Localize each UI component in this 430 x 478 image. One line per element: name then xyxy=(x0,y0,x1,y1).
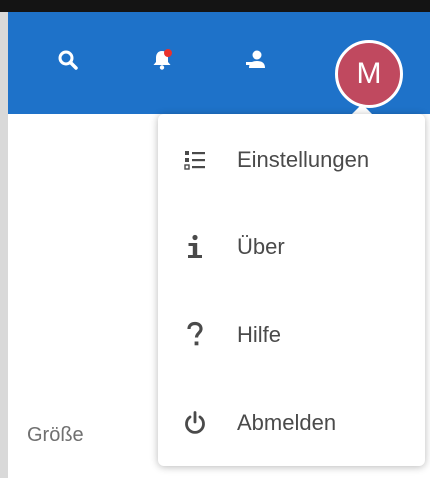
menu-item-help[interactable]: Hilfe xyxy=(158,307,425,363)
power-icon xyxy=(183,410,223,436)
search-icon[interactable] xyxy=(54,46,82,74)
menu-item-label: Über xyxy=(237,234,285,259)
user-settings-menu: Einstellungen Über Hilfe Abmelden xyxy=(158,114,425,466)
menu-item-label: Einstellungen xyxy=(237,147,370,172)
info-icon xyxy=(183,233,223,261)
menu-item-label: Abmelden xyxy=(237,410,337,435)
menu-item-logout[interactable]: Abmelden xyxy=(158,395,425,451)
menu-item-about[interactable]: Über xyxy=(158,219,425,275)
column-header-size[interactable]: Größe xyxy=(27,424,84,447)
menu-item-label: Hilfe xyxy=(237,322,282,347)
app-header: M xyxy=(8,12,430,114)
settings-list-icon xyxy=(183,148,223,172)
user-avatar[interactable]: M xyxy=(335,40,403,108)
contacts-icon[interactable] xyxy=(242,46,270,74)
notifications-bell-icon[interactable] xyxy=(148,46,176,74)
menu-item-settings[interactable]: Einstellungen xyxy=(158,132,425,188)
help-icon xyxy=(183,321,223,349)
top-dark-strip xyxy=(0,0,430,12)
